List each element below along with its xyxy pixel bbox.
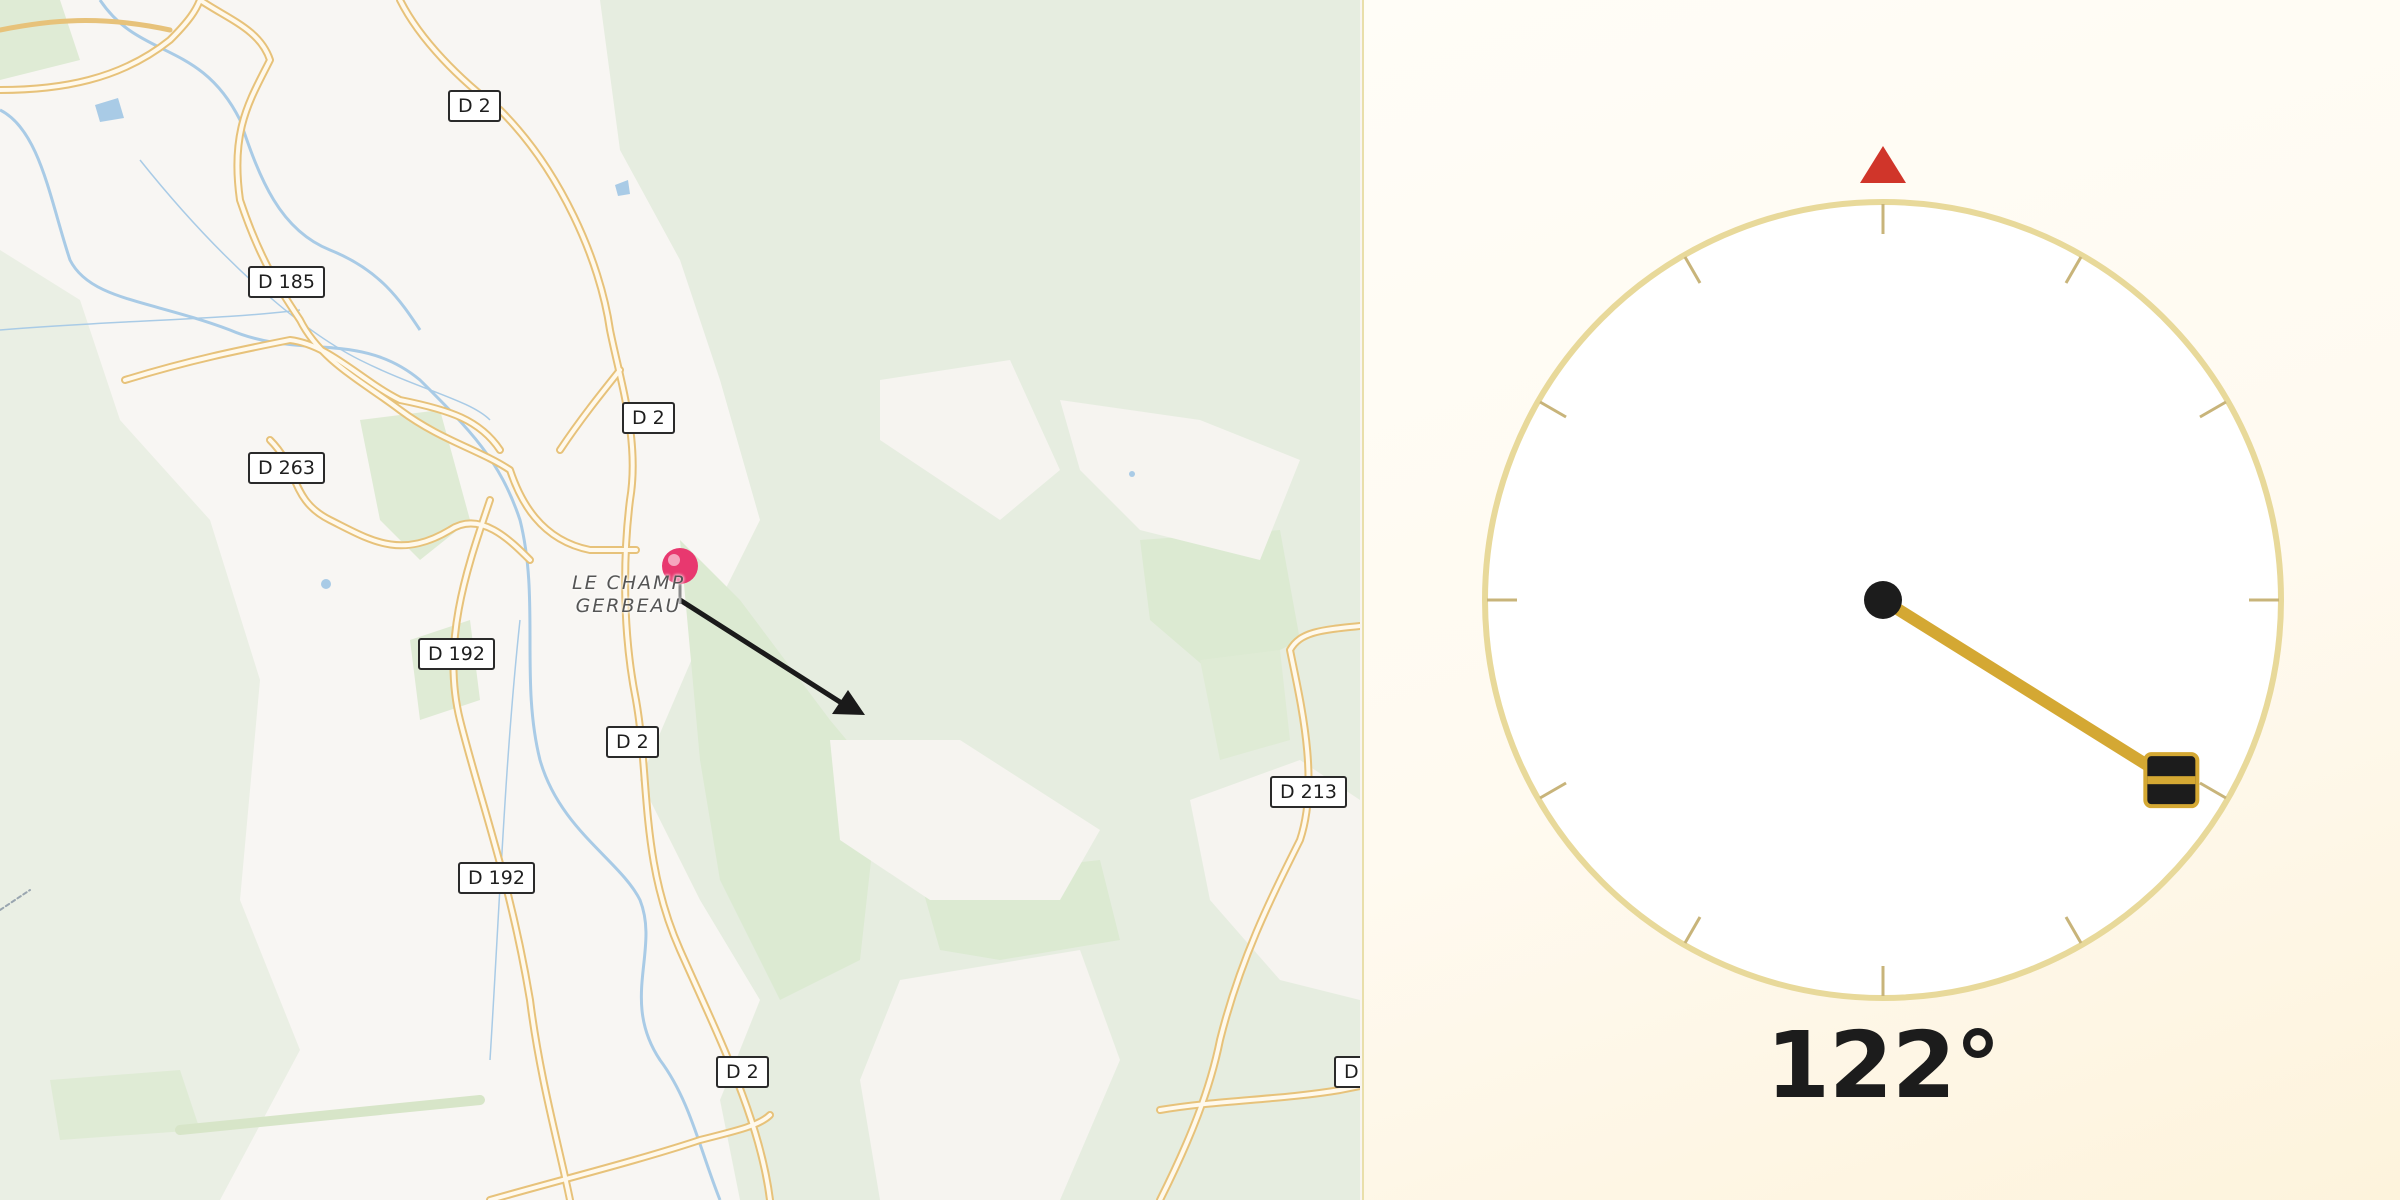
road-shield-d192-a: D 192 (418, 638, 495, 670)
road-shield-d213: D 213 (1270, 776, 1347, 808)
needle-pivot (1864, 581, 1902, 619)
road-shield-d2-d: D 2 (716, 1056, 769, 1088)
road-shield-d263: D 263 (248, 452, 325, 484)
road-shield-d-edge: D (1334, 1056, 1360, 1088)
road-shield-d185: D 185 (248, 266, 325, 298)
road-shield-d2-c: D 2 (606, 726, 659, 758)
compass-panel: 122° (1362, 0, 2400, 1200)
needle-drag-handle[interactable] (2143, 752, 2200, 809)
place-label: LE CHAMP GERBEAU (572, 572, 685, 618)
heading-readout: 122° (1765, 1012, 2001, 1119)
north-marker-icon (1860, 146, 1906, 183)
road-shield-d2-a: D 2 (448, 90, 501, 122)
map-view[interactable]: LE CHAMP GERBEAU D 2 D 185 D 2 D 263 D 1… (0, 0, 1360, 1200)
road-shield-d2-b: D 2 (622, 402, 675, 434)
place-label-line-2: GERBEAU (575, 595, 682, 617)
road-shield-d192-b: D 192 (458, 862, 535, 894)
place-label-line-1: LE CHAMP (572, 572, 686, 594)
